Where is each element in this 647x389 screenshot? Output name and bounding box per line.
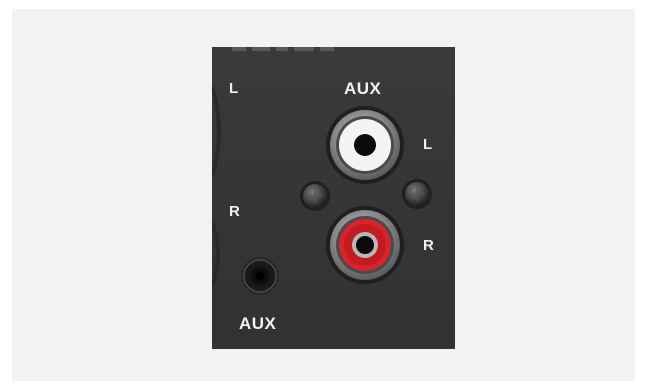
rca-right-label: R — [423, 237, 435, 254]
aux-jack-label: AUX — [239, 314, 277, 333]
left-channel-label: L — [229, 80, 239, 97]
rca-jack-right[interactable] — [326, 206, 404, 284]
mounting-post-left — [300, 181, 330, 211]
rca-aux-title: AUX — [344, 79, 382, 98]
audio-input-panel: L R AUX AUX L R — [212, 47, 455, 349]
mounting-post-right — [402, 179, 432, 209]
panel-graphics — [212, 47, 432, 295]
left-panel-contour-lower — [212, 221, 220, 288]
rca-jack-left[interactable] — [326, 106, 404, 184]
right-channel-label: R — [229, 203, 241, 220]
rca-left-label: L — [423, 136, 433, 153]
top-edge-text-fragment — [232, 47, 334, 51]
aux-jack-3-5mm[interactable] — [241, 257, 279, 295]
left-panel-contour — [212, 86, 221, 178]
